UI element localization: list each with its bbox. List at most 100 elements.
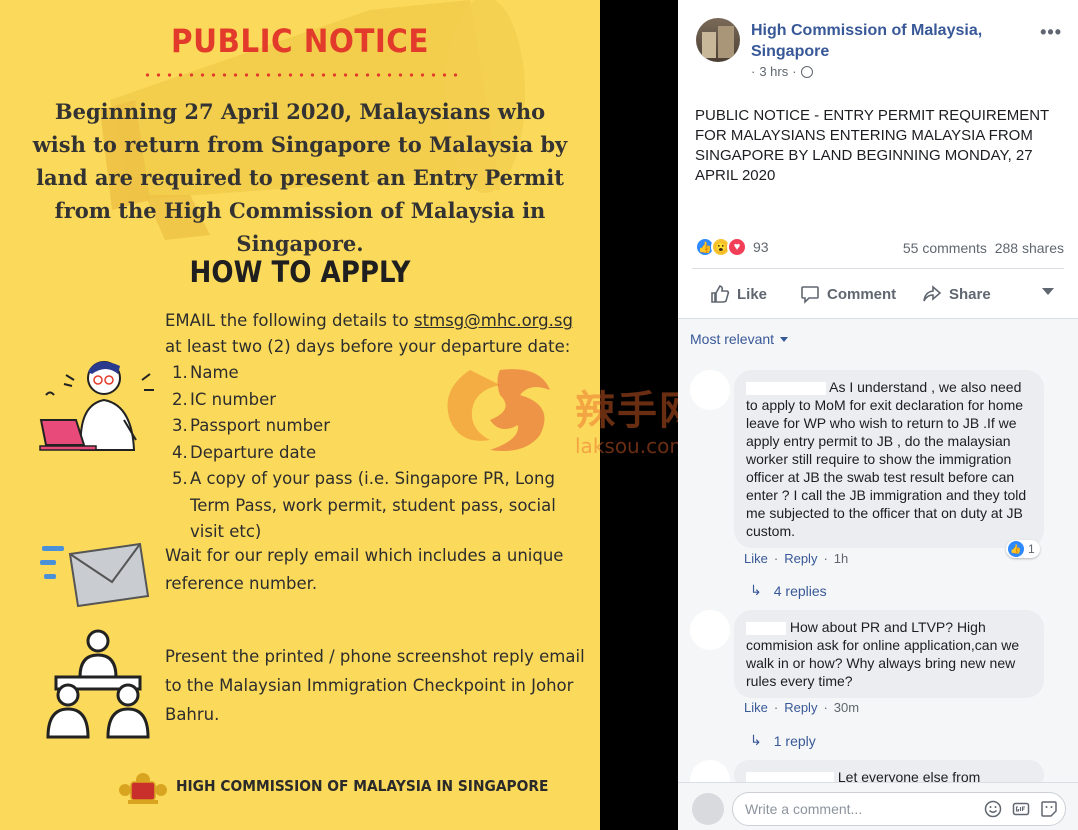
comment-actions: Like · Reply · 30m (744, 700, 859, 715)
reply-arrow-icon: ↳ (750, 732, 762, 748)
comment-sort-dropdown[interactable]: Most relevant (690, 331, 789, 347)
comment-actions: Like · Reply · 1h (744, 551, 848, 566)
commenter-avatar[interactable] (690, 370, 730, 410)
present-instruction: Present the printed / phone screenshot r… (165, 647, 585, 724)
comment-text: As I understand , we also need to apply … (746, 379, 1027, 539)
post-stats: 55 comments 288 shares (903, 240, 1064, 256)
divider (692, 268, 1064, 269)
step-text: Departure date (190, 442, 317, 462)
love-reaction-icon: ♥ (727, 237, 747, 257)
meta-dot: · (773, 551, 779, 566)
view-replies-link[interactable]: ↳ 1 reply (750, 732, 816, 749)
comment-like-link[interactable]: Like (744, 551, 768, 566)
step-number: 2. (172, 389, 188, 409)
user-avatar (692, 793, 724, 825)
list-item: 3. Passport number (172, 413, 592, 440)
envelope-icon (40, 542, 150, 608)
step-number: 3. (172, 416, 188, 435)
person-laptop-icon (39, 361, 154, 451)
comment-label: Comment (827, 285, 897, 303)
poster-title: PUBLIC NOTICE (171, 22, 429, 60)
globe-icon (800, 65, 813, 78)
comment-button[interactable]: Comment (800, 284, 896, 304)
sort-label: Most relevant (690, 331, 775, 347)
reply-arrow-icon: ↳ (750, 582, 762, 598)
step-number: 5. (172, 469, 188, 488)
comment-bubble: How about PR and LTVP? High commision as… (734, 610, 1044, 698)
malaysia-crest-icon (119, 773, 167, 804)
requirements-list: 1. Name 2. IC number 3. Passport number 4. D… (172, 360, 592, 546)
footer-text: HIGH COMMISSION OF MALAYSIA IN SINGAPORE (176, 777, 549, 795)
sticker-icon[interactable] (1040, 800, 1058, 818)
comment-like-badge[interactable]: 👍 1 (1006, 540, 1040, 558)
chevron-down-icon (780, 336, 789, 342)
facebook-post-panel: High Commission of Malaysia, Singapore ·… (678, 0, 1078, 830)
emoji-icon[interactable] (984, 800, 1002, 818)
wait-instruction: Wait for our reply email which includes … (165, 546, 564, 593)
post-time[interactable]: 3 hrs (759, 64, 788, 79)
meta-dot: · (751, 64, 756, 79)
like-reaction-icon: 👍 (1008, 541, 1024, 557)
reactions-summary[interactable]: 👍 😮 ♥ 93 (695, 237, 769, 257)
redacted-commenter-name (746, 381, 826, 395)
like-button[interactable]: Like (710, 284, 767, 304)
meta-dot: · (773, 700, 779, 715)
meta-dot: · (823, 551, 828, 566)
comment-input-icons (984, 800, 1058, 818)
comment-time[interactable]: 30m (834, 700, 859, 715)
checkpoint-officer-icon (46, 629, 150, 739)
step-text: A copy of your pass (i.e. Singapore PR, … (190, 469, 556, 541)
like-label: Like (737, 285, 768, 303)
step-text: Name (190, 363, 239, 382)
watermark-url: laksou.com (575, 434, 689, 458)
reactions-count: 93 (753, 239, 769, 255)
list-item: 2. IC number (172, 387, 592, 414)
dotted-divider (142, 73, 458, 77)
step-text: Passport number (190, 416, 330, 435)
poster-footer: HIGH COMMISSION OF MALAYSIA IN SINGAPORE (0, 770, 600, 804)
post-text: PUBLIC NOTICE - ENTRY PERMIT REQUIREMENT… (695, 107, 1049, 184)
step-number: 4. (172, 442, 188, 462)
list-item: 4. Departure date (172, 440, 592, 467)
share-arrow-icon (923, 285, 942, 302)
replies-count: 1 reply (773, 732, 816, 749)
more-options-button[interactable]: ••• (1040, 22, 1062, 43)
poster-intro: Beginning 27 April 2020, Malaysians who … (32, 99, 568, 256)
comment-reply-link[interactable]: Reply (784, 551, 817, 566)
email-address-link[interactable]: stmsg@mhc.org.sg (414, 311, 573, 330)
email-text-before: EMAIL the following details to (165, 311, 415, 330)
step-number: 1. (172, 363, 188, 382)
share-options-caret-icon[interactable] (1042, 288, 1054, 295)
comments-count-link[interactable]: 55 comments (903, 240, 987, 256)
write-comment-bar: Write a comment... (678, 782, 1078, 830)
commenter-avatar[interactable] (690, 610, 730, 650)
comment-like-count: 1 (1028, 542, 1035, 556)
meta-dot: · (792, 64, 797, 79)
public-notice-poster: PUBLIC NOTICE Beginning 27 April 2020, M… (0, 0, 600, 830)
share-button[interactable]: Share (922, 284, 991, 304)
comment-text: How about PR and LTVP? High commision as… (746, 619, 1020, 689)
meta-dot: · (823, 700, 828, 715)
comment-reply-link[interactable]: Reply (784, 700, 817, 715)
replies-count: 4 replies (773, 582, 827, 599)
list-item: 1. Name (172, 360, 592, 387)
comment-like-link[interactable]: Like (744, 700, 768, 715)
share-label: Share (949, 285, 991, 303)
post-meta: · 3 hrs · (751, 64, 813, 79)
comment-bubble: As I understand , we also need to apply … (734, 370, 1044, 548)
comment-bubble-icon (801, 286, 819, 304)
view-replies-link[interactable]: ↳ 4 replies (750, 582, 827, 599)
email-instruction: EMAIL the following details to stmsg@mhc… (165, 308, 585, 360)
page-avatar[interactable] (696, 18, 740, 62)
step-text: IC number (190, 389, 277, 409)
email-text-after: at least two (2) days before your depart… (165, 337, 571, 356)
shares-count-link[interactable]: 288 shares (995, 240, 1064, 256)
how-to-apply-heading: HOW TO APPLY (189, 255, 411, 289)
comment-time[interactable]: 1h (834, 551, 848, 566)
thumbs-up-icon (711, 285, 730, 303)
post-actions: Like Comment Share (692, 278, 1064, 310)
list-item: 5. A copy of your pass (i.e. Singapore PR… (172, 466, 592, 546)
redacted-commenter-name (746, 621, 786, 635)
page-name-link[interactable]: High Commission of Malaysia, Singapore (751, 20, 1021, 62)
gif-icon[interactable] (1012, 800, 1030, 818)
